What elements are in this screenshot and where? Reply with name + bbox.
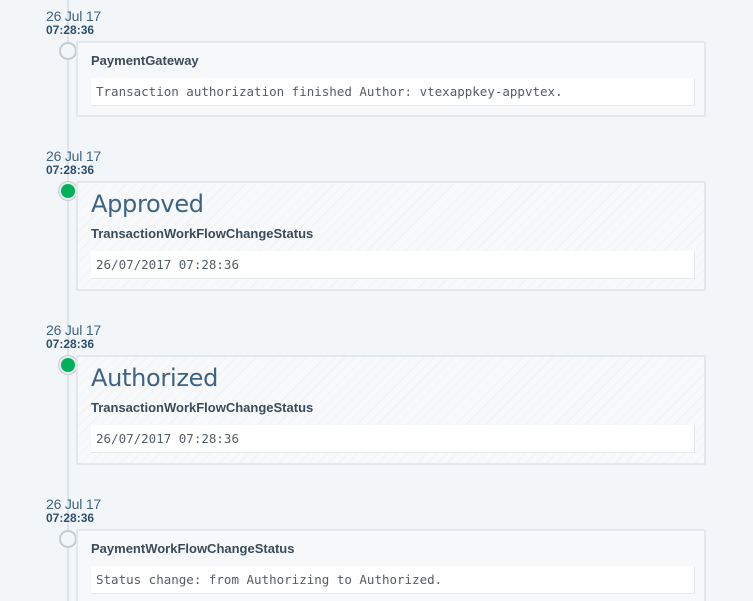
event-message: Status change: from Authorizing to Autho… bbox=[91, 566, 695, 594]
event-card: Approved TransactionWorkFlowChangeStatus… bbox=[76, 181, 706, 291]
event-date-day: 26 Jul 17 bbox=[46, 322, 102, 338]
timeline-dot-neutral bbox=[59, 42, 77, 60]
timeline-dot-success bbox=[59, 182, 77, 200]
event-date-time: 07:28:36 bbox=[46, 163, 95, 177]
event-card: PaymentWorkFlowChangeStatus Status chang… bbox=[76, 529, 706, 601]
event-date-day: 26 Jul 17 bbox=[46, 148, 102, 164]
event-source: PaymentWorkFlowChangeStatus bbox=[91, 541, 295, 556]
event-date: 26 Jul 17 07:28:36 bbox=[46, 149, 126, 176]
event-source: TransactionWorkFlowChangeStatus bbox=[91, 400, 314, 415]
timeline-dot-neutral bbox=[59, 530, 77, 548]
event-date-time: 07:28:36 bbox=[46, 23, 95, 37]
event-source: PaymentGateway bbox=[91, 53, 199, 68]
event-message: 26/07/2017 07:28:36 bbox=[91, 425, 695, 453]
event-status-title: Authorized bbox=[91, 364, 219, 392]
event-status-title: Approved bbox=[91, 190, 204, 218]
timeline-dot-success bbox=[59, 356, 77, 374]
event-date: 26 Jul 17 07:28:36 bbox=[46, 323, 126, 350]
event-source: TransactionWorkFlowChangeStatus bbox=[91, 226, 314, 241]
event-date-day: 26 Jul 17 bbox=[46, 496, 102, 512]
event-date-day: 26 Jul 17 bbox=[46, 8, 102, 24]
event-message: 26/07/2017 07:28:36 bbox=[91, 251, 695, 279]
event-card: Authorized TransactionWorkFlowChangeStat… bbox=[76, 355, 706, 465]
event-date-time: 07:28:36 bbox=[46, 511, 95, 525]
event-date: 26 Jul 17 07:28:36 bbox=[46, 497, 126, 524]
event-card: PaymentGateway Transaction authorization… bbox=[76, 41, 706, 117]
event-date: 26 Jul 17 07:28:36 bbox=[46, 9, 126, 36]
transaction-timeline: 26 Jul 17 07:28:36 PaymentGateway Transa… bbox=[0, 0, 753, 601]
event-message: Transaction authorization finished Autho… bbox=[91, 78, 695, 106]
event-date-time: 07:28:36 bbox=[46, 337, 95, 351]
